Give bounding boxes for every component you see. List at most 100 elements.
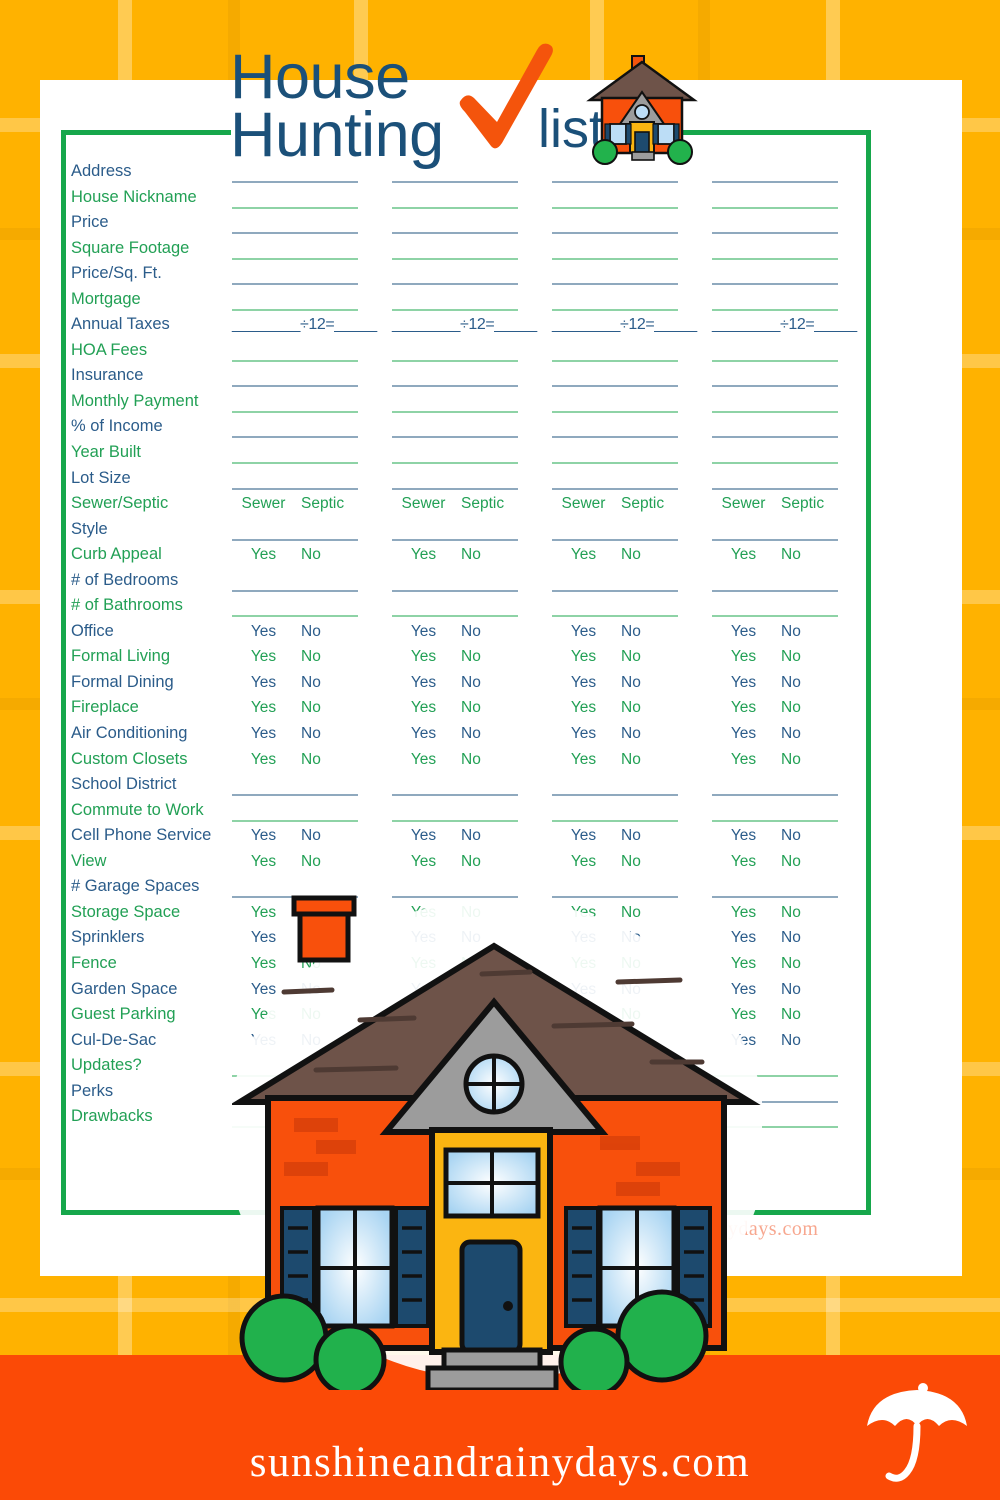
no-option[interactable]: No: [615, 674, 678, 692]
write-in-line[interactable]: [232, 232, 358, 235]
yes-option[interactable]: Yes: [712, 546, 775, 564]
no-option[interactable]: No: [295, 674, 358, 692]
property-column-1-cell[interactable]: YesNo: [221, 722, 381, 748]
yes-option[interactable]: Yes: [232, 623, 295, 641]
write-in-line[interactable]: [232, 589, 358, 592]
no-option[interactable]: No: [775, 1032, 838, 1050]
property-column-1-cell[interactable]: Sewer Septic: [221, 492, 381, 518]
yes-option[interactable]: Yes: [232, 725, 295, 743]
yes-option[interactable]: Yes: [712, 751, 775, 769]
property-column-3-cell[interactable]: YesNo: [541, 696, 701, 722]
write-in-line[interactable]: [712, 359, 838, 362]
property-column-2-cell[interactable]: YesNo: [381, 620, 541, 646]
no-option[interactable]: No: [775, 751, 838, 769]
yes-option[interactable]: Yes: [552, 623, 615, 641]
yes-option[interactable]: Yes: [232, 674, 295, 692]
property-column-3-cell[interactable]: YesNo: [541, 748, 701, 774]
property-column-4-cell[interactable]: Yes No: [701, 748, 861, 774]
no-option[interactable]: No: [455, 725, 518, 743]
property-column-3-cell[interactable]: YesNo: [541, 850, 701, 876]
write-in-line[interactable]: [392, 794, 518, 797]
write-in-line[interactable]: [392, 385, 518, 388]
property-column-2-cell[interactable]: [381, 594, 541, 620]
no-option[interactable]: No: [455, 699, 518, 717]
property-column-3-cell[interactable]: [541, 339, 701, 365]
septic-option[interactable]: Septic: [455, 495, 518, 513]
annual-tax-formula[interactable]: ________÷12=_____: [552, 316, 697, 334]
write-in-line[interactable]: [392, 181, 518, 183]
property-column-3-cell[interactable]: YesNo: [541, 543, 701, 569]
property-column-2-cell[interactable]: Sewer Septic: [381, 492, 541, 518]
property-column-4-cell[interactable]: Yes No: [701, 620, 861, 646]
property-column-2-cell[interactable]: [381, 288, 541, 314]
property-column-4-cell[interactable]: [701, 364, 861, 390]
no-option[interactable]: No: [775, 623, 838, 641]
property-column-3-cell[interactable]: [541, 288, 701, 314]
no-option[interactable]: No: [775, 981, 838, 999]
property-column-3-cell[interactable]: [541, 594, 701, 620]
write-in-line[interactable]: [712, 410, 838, 413]
property-column-4-cell[interactable]: [701, 211, 861, 237]
no-option[interactable]: No: [455, 546, 518, 564]
write-in-line[interactable]: [392, 232, 518, 235]
property-column-2-cell[interactable]: YesNo: [381, 696, 541, 722]
write-in-line[interactable]: [392, 206, 518, 209]
property-column-2-cell[interactable]: [381, 441, 541, 467]
write-in-line[interactable]: [232, 385, 358, 388]
property-column-4-cell[interactable]: Yes No: [701, 824, 861, 850]
no-option[interactable]: No: [455, 827, 518, 845]
write-in-line[interactable]: [712, 819, 838, 822]
write-in-line[interactable]: [552, 206, 678, 209]
write-in-line[interactable]: [232, 615, 358, 618]
write-in-line[interactable]: [232, 283, 358, 286]
no-option[interactable]: No: [775, 648, 838, 666]
yes-option[interactable]: Yes: [232, 827, 295, 845]
property-column-2-cell[interactable]: YesNo: [381, 824, 541, 850]
annual-tax-formula[interactable]: ________÷12=_____: [712, 316, 857, 334]
property-column-3-cell[interactable]: [541, 467, 701, 493]
property-column-3-cell[interactable]: [541, 262, 701, 288]
write-in-line[interactable]: [552, 385, 678, 388]
septic-option[interactable]: Septic: [615, 495, 678, 513]
property-column-2-cell[interactable]: [381, 237, 541, 263]
no-option[interactable]: No: [615, 853, 678, 871]
property-column-4-cell[interactable]: [701, 237, 861, 263]
property-column-1-cell[interactable]: [221, 799, 381, 825]
yes-option[interactable]: Yes: [712, 623, 775, 641]
yes-option[interactable]: Yes: [712, 853, 775, 871]
no-option[interactable]: No: [295, 751, 358, 769]
property-column-1-cell[interactable]: [221, 262, 381, 288]
property-column-3-cell[interactable]: [541, 364, 701, 390]
write-in-line[interactable]: [552, 308, 678, 311]
property-column-4-cell[interactable]: [701, 594, 861, 620]
property-column-2-cell[interactable]: [381, 799, 541, 825]
yes-option[interactable]: Yes: [232, 751, 295, 769]
yes-option[interactable]: Yes: [392, 648, 455, 666]
property-column-1-cell[interactable]: YesNo: [221, 645, 381, 671]
write-in-line[interactable]: [392, 308, 518, 311]
property-column-1-cell[interactable]: [221, 186, 381, 212]
write-in-line[interactable]: [552, 819, 678, 822]
write-in-line[interactable]: [232, 181, 358, 183]
write-in-line[interactable]: [712, 257, 838, 260]
property-column-3-cell[interactable]: [541, 237, 701, 263]
property-column-4-cell[interactable]: Sewer Septic: [701, 492, 861, 518]
yes-option[interactable]: Yes: [552, 648, 615, 666]
property-column-3-cell[interactable]: [541, 211, 701, 237]
property-column-3-cell[interactable]: YesNo: [541, 671, 701, 697]
write-in-line[interactable]: [232, 819, 358, 822]
property-column-3-cell[interactable]: YesNo: [541, 620, 701, 646]
yes-option[interactable]: Yes: [392, 674, 455, 692]
property-column-1-cell[interactable]: [221, 594, 381, 620]
yes-option[interactable]: Yes: [712, 674, 775, 692]
property-column-2-cell[interactable]: [381, 211, 541, 237]
property-column-4-cell[interactable]: [701, 186, 861, 212]
annual-tax-formula[interactable]: ________÷12=_____: [232, 316, 377, 334]
no-option[interactable]: No: [295, 725, 358, 743]
property-column-4-cell[interactable]: Yes No: [701, 850, 861, 876]
yes-option[interactable]: Yes: [232, 546, 295, 564]
property-column-4-cell[interactable]: Yes No: [701, 645, 861, 671]
no-option[interactable]: No: [615, 546, 678, 564]
write-in-line[interactable]: [232, 410, 358, 413]
write-in-line[interactable]: [552, 283, 678, 286]
